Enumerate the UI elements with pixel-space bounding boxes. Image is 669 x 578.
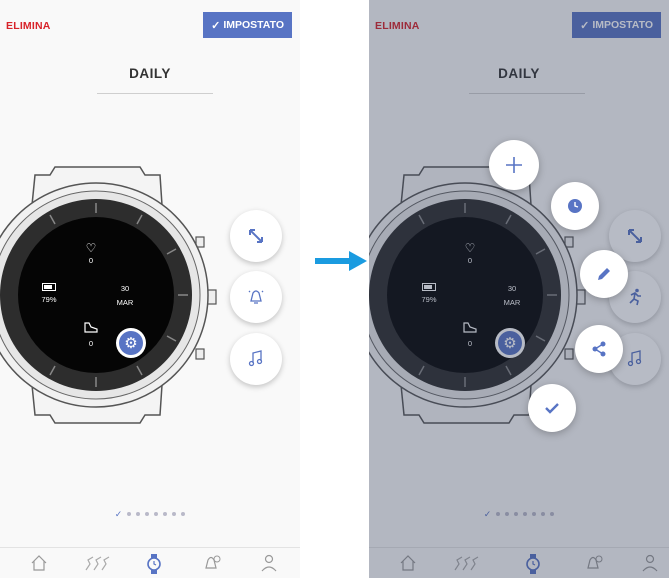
dim-overlay[interactable] xyxy=(369,0,669,578)
page-dot[interactable] xyxy=(136,512,141,516)
share-icon xyxy=(592,341,606,357)
heart-icon: ♡ xyxy=(85,241,97,255)
steps-value: 0 xyxy=(88,339,94,348)
watch-icon xyxy=(568,199,582,213)
face-settings-button[interactable]: ⚙ xyxy=(116,328,146,358)
page-title: DAILY xyxy=(129,66,171,81)
transition-arrow-icon xyxy=(315,251,367,271)
battery-complication: 79% xyxy=(38,283,60,304)
page-dot[interactable] xyxy=(172,512,177,516)
steps-complication: 0 xyxy=(80,320,102,348)
current-page-check-icon: ✓ xyxy=(114,509,123,519)
set-button[interactable]: ✓ IMPOSTATO xyxy=(203,12,292,38)
battery-value: 79% xyxy=(41,295,57,304)
screen-before: ELIMINA ✓ IMPOSTATO DAILY ♡ 0 79% 30 MAR… xyxy=(0,0,300,578)
music-note-icon xyxy=(248,350,263,367)
side-button-alarm[interactable] xyxy=(230,271,282,323)
tab-bar xyxy=(0,547,300,578)
screen-after: ELIMINA ✓ IMPOSTATO DAILY ♡ 0 79% 30 MAR… xyxy=(369,0,669,578)
confirm-button[interactable] xyxy=(528,384,576,432)
watch-action-button[interactable] xyxy=(551,182,599,230)
share-button[interactable] xyxy=(575,325,623,373)
month-label: MAR xyxy=(116,298,134,307)
watch-icon[interactable] xyxy=(146,554,162,574)
battery-icon xyxy=(42,283,56,291)
edit-button[interactable] xyxy=(580,250,628,298)
day-number: 30 xyxy=(120,284,130,293)
title-underline xyxy=(97,93,213,94)
check-icon: ✓ xyxy=(211,19,221,32)
side-button-resize[interactable] xyxy=(230,210,282,262)
delete-button[interactable]: ELIMINA xyxy=(6,20,51,32)
page-dot[interactable] xyxy=(145,512,150,516)
page-dot[interactable] xyxy=(181,512,186,516)
page-indicator: ✓ xyxy=(0,509,300,519)
plus-icon xyxy=(506,157,522,173)
heart-value: 0 xyxy=(88,256,94,265)
profile-icon[interactable] xyxy=(260,554,278,572)
alarm-icon xyxy=(248,290,264,304)
page-dot[interactable] xyxy=(163,512,168,516)
resize-arrows-icon xyxy=(249,229,263,243)
heart-complication: ♡ 0 xyxy=(81,242,101,265)
date-complication: 30 MAR xyxy=(110,284,140,307)
gear-icon: ⚙ xyxy=(119,331,143,355)
pencil-icon xyxy=(598,268,610,280)
top-bar: ELIMINA ✓ IMPOSTATO xyxy=(0,0,300,50)
set-button-label: IMPOSTATO xyxy=(223,19,284,31)
shoe-icon xyxy=(84,322,98,333)
page-dot[interactable] xyxy=(127,512,132,516)
add-button[interactable] xyxy=(489,140,539,190)
side-button-music[interactable] xyxy=(230,333,282,385)
page-dot[interactable] xyxy=(154,512,159,516)
home-icon[interactable] xyxy=(30,554,48,572)
check-icon xyxy=(545,403,559,414)
activity-icon[interactable] xyxy=(82,554,112,572)
notification-settings-icon[interactable] xyxy=(202,554,222,572)
